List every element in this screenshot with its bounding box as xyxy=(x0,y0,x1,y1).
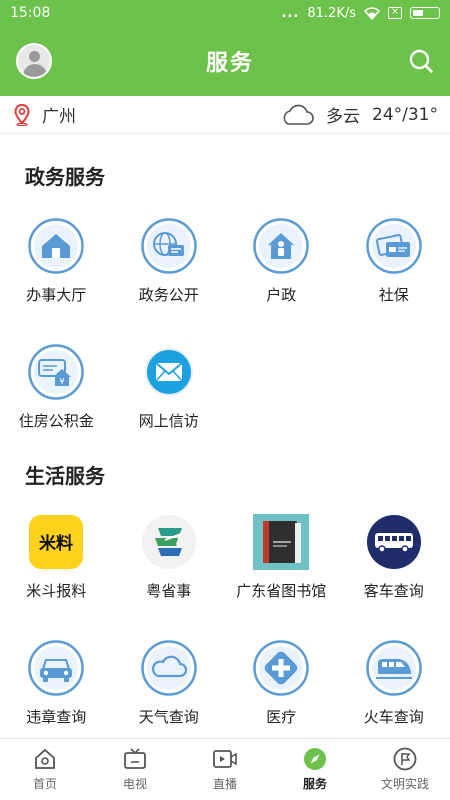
tab-live[interactable]: 直播 xyxy=(180,739,270,800)
avatar[interactable] xyxy=(16,43,52,79)
city-name: 广州 xyxy=(42,107,76,127)
service-grid: 米料 米斗报料 粤省事 广东省图书馆 客车查询 违章查询 天气查询 医疗 火车查… xyxy=(0,500,450,752)
location-pin-icon xyxy=(14,103,30,126)
life-services-section: 生活服务 米料 米斗报料 粤省事 广东省图书馆 客车查询 违章查询 天气查询 医… xyxy=(0,456,450,752)
service-label: 客车查询 xyxy=(363,582,424,600)
live-video-icon xyxy=(213,750,237,768)
train-icon xyxy=(365,639,423,697)
service-label: 天气查询 xyxy=(138,708,199,726)
cloud-weather-icon xyxy=(283,104,314,125)
battery-icon xyxy=(410,7,440,19)
tab-civilization-practice[interactable]: 文明实践 xyxy=(360,739,450,800)
tab-label: 首页 xyxy=(32,777,57,791)
location-weather-bar: 广州 多云 24°/31° xyxy=(0,96,450,134)
service-label: 住房公积金 xyxy=(18,412,94,430)
status-dots: ... xyxy=(281,5,300,21)
service-label: 广东省图书馆 xyxy=(236,582,327,600)
tab-label: 服务 xyxy=(302,777,327,791)
service-item-library[interactable]: 广东省图书馆 xyxy=(225,500,338,626)
wifi-icon xyxy=(364,6,380,20)
government-services-section: 政务服务 办事大厅 政务公开 户政 社保 ¥ 住房公积金 网上信访 xyxy=(0,134,450,456)
top-bar: 15:08 ... 81.2K/s × 服务 xyxy=(0,0,450,96)
section-title: 政务服务 xyxy=(25,165,105,189)
cards-icon xyxy=(365,217,423,275)
status-indicators: ... 81.2K/s × xyxy=(282,6,440,21)
service-label: 粤省事 xyxy=(146,582,192,600)
network-speed: 81.2K/s xyxy=(307,5,356,21)
service-grid: 办事大厅 政务公开 户政 社保 ¥ 住房公积金 网上信访 xyxy=(0,204,450,456)
weather[interactable]: 多云 24°/31° xyxy=(280,102,438,127)
tab-label: 直播 xyxy=(212,777,237,791)
service-item-yueshengshi[interactable]: 粤省事 xyxy=(113,500,226,626)
book-icon xyxy=(252,513,310,571)
home-icon xyxy=(35,748,55,769)
service-item-midou[interactable]: 米料 米斗报料 xyxy=(0,500,113,626)
person-house-icon xyxy=(252,217,310,275)
tab-label: 电视 xyxy=(122,777,147,791)
tab-tv[interactable]: 电视 xyxy=(90,739,180,800)
svg-text:¥: ¥ xyxy=(60,377,65,386)
svg-text:米料: 米料 xyxy=(39,533,73,554)
yueshengshi-logo-icon xyxy=(140,513,198,571)
service-label: 社保 xyxy=(378,286,409,304)
tab-home[interactable]: 首页 xyxy=(0,739,90,800)
status-time: 15:08 xyxy=(10,5,51,21)
service-item-household[interactable]: 户政 xyxy=(225,204,338,330)
compass-icon xyxy=(304,748,326,770)
service-label: 火车查询 xyxy=(363,708,424,726)
service-label: 户政 xyxy=(266,286,297,304)
midou-logo-icon: 米料 xyxy=(27,513,85,571)
bus-icon xyxy=(365,513,423,571)
service-item-violation-query[interactable]: 违章查询 xyxy=(0,626,113,752)
service-item-gov-affairs[interactable]: 政务公开 xyxy=(113,204,226,330)
service-item-medical[interactable]: 医疗 xyxy=(225,626,338,752)
flag-badge-icon xyxy=(393,747,417,771)
service-item-coach-query[interactable]: 客车查询 xyxy=(338,500,450,626)
service-item-housing-fund[interactable]: ¥ 住房公积金 xyxy=(0,330,113,456)
service-label: 违章查询 xyxy=(26,708,87,726)
car-icon xyxy=(27,639,85,697)
tv-icon xyxy=(124,748,146,769)
service-item-online-petition[interactable]: 网上信访 xyxy=(113,330,226,456)
status-bar: 15:08 ... 81.2K/s × xyxy=(0,0,450,26)
bottom-nav: 首页 电视 直播 服务 文明实践 xyxy=(0,738,450,800)
service-item-office-hall[interactable]: 办事大厅 xyxy=(0,204,113,330)
service-label: 政务公开 xyxy=(138,286,199,304)
tab-label: 文明实践 xyxy=(380,777,429,791)
envelope-icon xyxy=(140,343,198,401)
service-label: 网上信访 xyxy=(138,412,199,430)
temperature-range: 24°/31° xyxy=(372,104,438,125)
service-item-social-security[interactable]: 社保 xyxy=(338,204,450,330)
service-label: 办事大厅 xyxy=(26,286,87,304)
tab-service[interactable]: 服务 xyxy=(270,739,360,800)
sim-x-icon: × xyxy=(388,7,402,19)
housing-fund-icon: ¥ xyxy=(27,343,85,401)
weather-condition: 多云 xyxy=(326,107,360,127)
section-title: 生活服务 xyxy=(25,464,105,488)
page-title: 服务 xyxy=(205,51,254,76)
location[interactable]: 广州 xyxy=(14,102,76,127)
service-label: 米斗报料 xyxy=(26,582,87,600)
cloud-icon xyxy=(140,639,198,697)
house-icon xyxy=(27,217,85,275)
service-item-weather-query[interactable]: 天气查询 xyxy=(113,626,226,752)
medical-cross-icon xyxy=(252,639,310,697)
globe-chat-icon xyxy=(140,217,198,275)
service-item-train-query[interactable]: 火车查询 xyxy=(338,626,450,752)
search-icon[interactable] xyxy=(408,48,434,74)
service-label: 医疗 xyxy=(266,708,297,726)
app-header: 服务 xyxy=(0,26,450,96)
